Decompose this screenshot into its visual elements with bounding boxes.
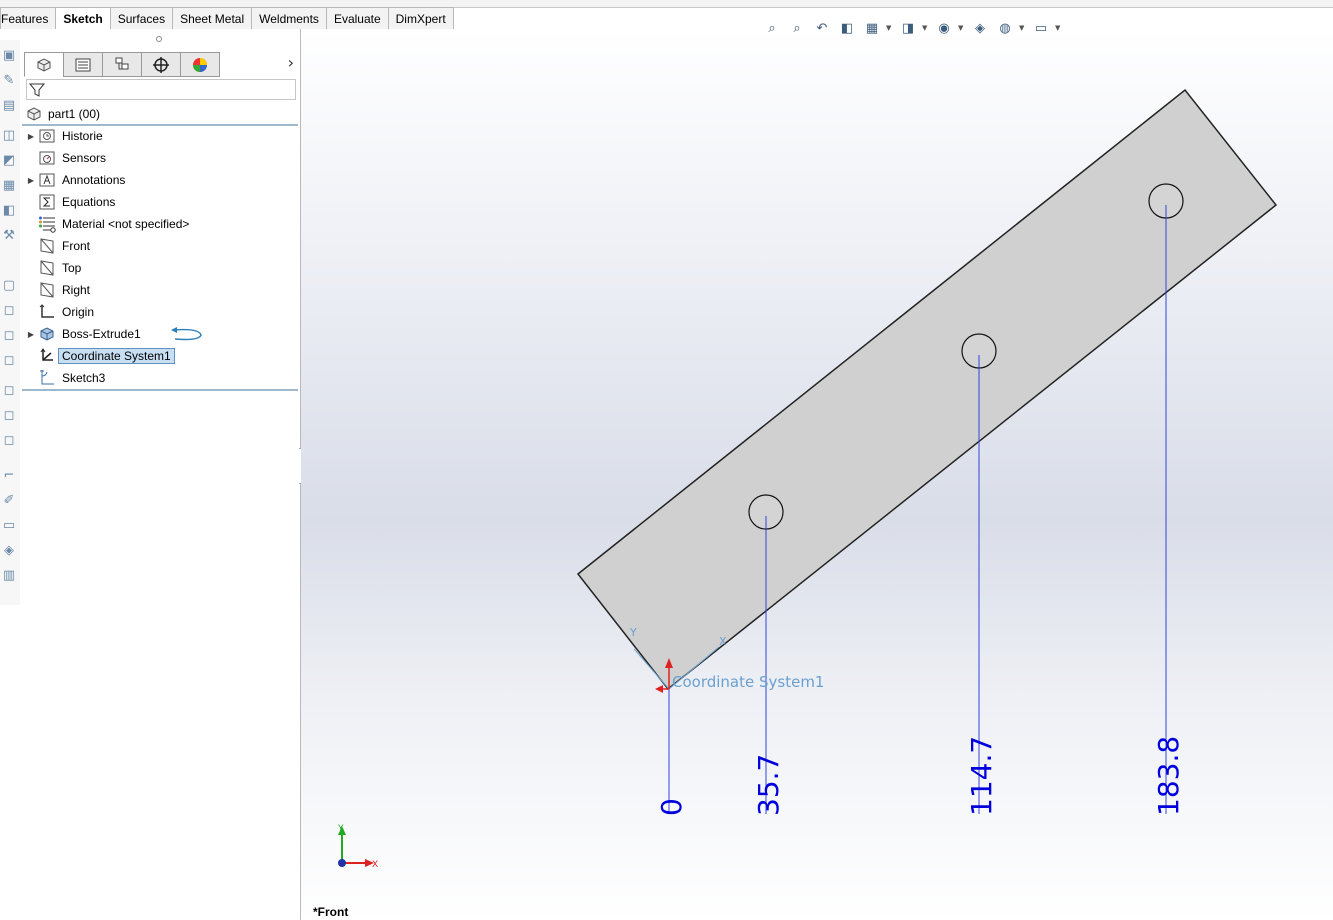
feature-manager-panel: › part1 (00) ▶ Historie Sensors ▶ Annota…: [20, 29, 301, 920]
command-manager-tabs: Features Sketch Surfaces Sheet Metal Wel…: [0, 7, 454, 29]
sketch-icon: [38, 369, 56, 387]
tab-features[interactable]: Features: [0, 7, 57, 29]
extrude-icon: [38, 325, 56, 343]
display-manager-tab-icon[interactable]: [180, 52, 220, 77]
tree-item-coordinate-system1[interactable]: Coordinate System1: [24, 346, 175, 366]
tree-item-origin[interactable]: Origin: [24, 302, 94, 322]
tree-item-boss-extrude1[interactable]: ▶ Boss-Extrude1: [24, 324, 207, 344]
smart-dimension-icon[interactable]: ▣: [1, 48, 17, 64]
tree-filter-input[interactable]: [26, 79, 296, 100]
box-icon[interactable]: ▢: [1, 278, 17, 294]
tree-item-top-plane[interactable]: Top: [24, 258, 81, 278]
feature-tree-tab-icon[interactable]: [24, 52, 64, 77]
expand-arrow-icon[interactable]: ▶: [24, 176, 38, 185]
triad-y-label: Y: [337, 824, 344, 834]
cube-outline-icon-2[interactable]: ◻: [1, 328, 17, 344]
ordinate-dimension-0[interactable]: 0: [655, 798, 688, 816]
drawing-icon[interactable]: ▥: [1, 568, 17, 584]
sensors-icon: [38, 149, 56, 167]
part-body[interactable]: [576, 88, 1278, 691]
ordinate-dimension-2[interactable]: 114.7: [965, 736, 998, 816]
cube-outline-icon-6[interactable]: ◻: [1, 433, 17, 449]
view-name-label: *Front: [313, 905, 349, 919]
surface-finish-icon[interactable]: ◩: [1, 153, 17, 169]
part-icon[interactable]: ◈: [1, 543, 17, 559]
cube-outline-icon-4[interactable]: ◻: [1, 383, 17, 399]
model-scene: 0 35.7 114.7 183.8 Y X Coordinate System…: [337, 88, 1278, 870]
equations-icon: [38, 193, 56, 211]
ordinate-dimension-3[interactable]: 183.8: [1152, 736, 1185, 816]
sketch-tool-icon[interactable]: ✐: [1, 493, 17, 509]
tree-item-label: Top: [62, 261, 82, 275]
tree-item-right-plane[interactable]: Right: [24, 280, 90, 300]
filter-icon: [29, 83, 45, 97]
part-icon: [27, 107, 41, 121]
rollback-arrow-icon[interactable]: [167, 326, 207, 342]
tree-root-label: part1 (00): [48, 107, 101, 121]
tab-evaluate[interactable]: Evaluate: [325, 7, 389, 29]
tab-surfaces[interactable]: Surfaces: [109, 7, 174, 29]
property-manager-tab-icon[interactable]: [63, 52, 103, 77]
history-folder-icon: [38, 127, 56, 145]
tree-item-label: Front: [62, 239, 91, 253]
left-toolbar: ▣ ✎ ▤ ◫ ◩ ▦ ◧ ⚒ ▢ ◻ ◻ ◻ ◻ ◻ ◻ ⌐ ✐ ▭ ◈ ▥: [0, 40, 20, 605]
panel-splitter-handle[interactable]: [156, 36, 162, 42]
ordinate-dimension-1[interactable]: 35.7: [752, 754, 785, 816]
cube-outline-icon-5[interactable]: ◻: [1, 408, 17, 424]
cube-outline-icon-3[interactable]: ◻: [1, 353, 17, 369]
tree-item-label: Origin: [62, 305, 95, 319]
note-icon[interactable]: ✎: [1, 73, 17, 89]
tree-root-part[interactable]: part1 (00): [26, 105, 100, 123]
tab-dimxpert[interactable]: DimXpert: [387, 7, 454, 29]
tab-weldments[interactable]: Weldments: [251, 7, 327, 29]
sketch-line-icon[interactable]: ⌐: [1, 468, 17, 484]
coordinate-system-icon: [38, 347, 56, 365]
plane-icon: [38, 281, 56, 299]
origin-icon: [38, 303, 56, 321]
coordinate-system-label: Coordinate System1: [672, 673, 824, 691]
tree-item-annotations[interactable]: ▶ Annotations: [24, 170, 125, 190]
tree-item-label: Coordinate System1: [58, 348, 175, 364]
balloon-icon[interactable]: ◫: [1, 128, 17, 144]
expand-arrow-icon[interactable]: ▶: [24, 330, 38, 339]
material-icon: [38, 215, 56, 233]
tab-sheet-metal[interactable]: Sheet Metal: [172, 7, 253, 29]
plane-icon: [38, 259, 56, 277]
tree-item-label: Sensors: [62, 151, 107, 165]
graphics-area[interactable]: ⌕ ⌕ ↶ ◧ ▦ ▼ ◨ ▼ ◉ ▼ ◈ ◍ ▼ ▭ ▼ 0 35.7 114…: [301, 21, 1333, 920]
tree-item-label: Boss-Extrude1: [62, 327, 141, 341]
tree-item-historie[interactable]: ▶ Historie: [24, 126, 103, 146]
tree-item-label: Material <not specified>: [62, 217, 190, 231]
dimxpert-manager-tab-icon[interactable]: [141, 52, 181, 77]
expand-arrow-icon[interactable]: ▶: [24, 132, 38, 141]
coord-axis-x-label: X: [719, 635, 727, 648]
tree-item-material[interactable]: Material <not specified>: [24, 214, 189, 234]
tree-item-sensors[interactable]: Sensors: [24, 148, 106, 168]
tree-item-label: Sketch3: [62, 371, 106, 385]
coord-axis-y-label: Y: [629, 626, 637, 639]
tree-item-label: Historie: [62, 129, 103, 143]
cube-outline-icon[interactable]: ◻: [1, 303, 17, 319]
annotations-icon: [38, 171, 56, 189]
plane-icon: [38, 237, 56, 255]
text-icon[interactable]: ▤: [1, 98, 17, 114]
panel-tabs: [24, 52, 220, 77]
tree-item-label: Annotations: [62, 173, 126, 187]
tree-item-label: Right: [62, 283, 91, 297]
tree-item-front-plane[interactable]: Front: [24, 236, 90, 256]
weld-symbol-icon[interactable]: ▦: [1, 178, 17, 194]
panel-expand-arrow-icon[interactable]: ›: [288, 53, 294, 72]
triad-x-label: X: [372, 860, 378, 870]
tree-item-equations[interactable]: Equations: [24, 192, 115, 212]
tree-separator-bottom: [22, 389, 298, 391]
tree-item-label: Equations: [62, 195, 116, 209]
tools-icon[interactable]: ⚒: [1, 228, 17, 244]
reference-triad: Y X: [337, 824, 378, 870]
datum-icon[interactable]: ◧: [1, 203, 17, 219]
configuration-manager-tab-icon[interactable]: [102, 52, 142, 77]
tree-item-sketch3[interactable]: Sketch3: [24, 368, 105, 388]
tab-sketch[interactable]: Sketch: [55, 7, 111, 29]
rectangle-tool-icon[interactable]: ▭: [1, 518, 17, 534]
